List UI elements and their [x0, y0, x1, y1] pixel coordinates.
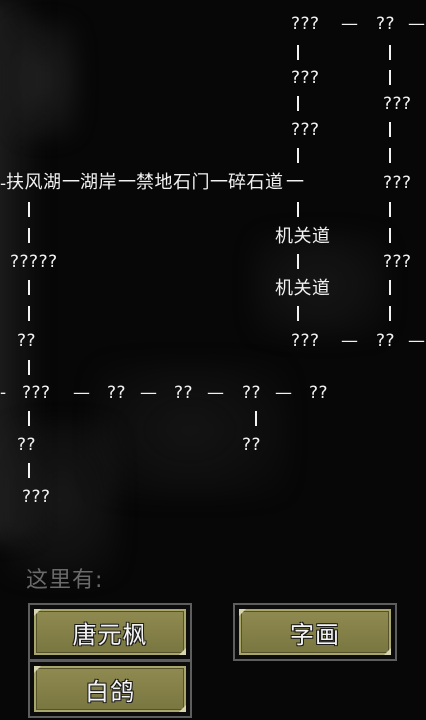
map-connector-horizontal: 一 — [286, 172, 304, 193]
map-connector-vertical — [255, 411, 257, 426]
map-connector-horizontal: 一 — [210, 172, 228, 193]
map-node-unknown[interactable]: ??? — [383, 175, 412, 192]
map-node-unknown[interactable]: ?? — [17, 333, 36, 350]
map-node-unknown[interactable]: ??? — [291, 70, 320, 87]
map-connector-horizontal: — — [341, 14, 358, 34]
map-connector-horizontal: — — [275, 383, 292, 403]
map-node-unknown[interactable]: ??? — [22, 489, 51, 506]
map-connector-vertical — [389, 306, 391, 321]
map-connector-vertical — [389, 280, 391, 295]
item-button-white-dove[interactable]: 白鸽 — [28, 660, 192, 718]
npc-button-tang-yuanfeng[interactable]: 唐元枫 — [28, 603, 192, 661]
map-node-forbidden-stone-gate[interactable]: 禁地石门 — [136, 174, 210, 192]
map-connector-vertical — [389, 202, 391, 217]
map-node-gravel-path[interactable]: 碎石道 — [228, 174, 284, 192]
map-node-unknown[interactable]: ??? — [22, 385, 51, 402]
map-node-unknown[interactable]: ?? — [376, 16, 395, 33]
map-connector-vertical — [28, 463, 30, 478]
map-connector-horizontal: — — [73, 383, 90, 403]
map-node-fufeng-lake[interactable]: 扶风湖 — [6, 174, 62, 192]
map-node-unknown[interactable]: ?? — [376, 333, 395, 350]
map-connector-horizontal: - — [0, 383, 7, 403]
map-connector-vertical — [28, 280, 30, 295]
map-connector-vertical — [297, 254, 299, 269]
map-connector-vertical — [28, 306, 30, 321]
map-connector-vertical — [28, 411, 30, 426]
map-connector-vertical — [389, 148, 391, 163]
map-node-unknown[interactable]: ??? — [383, 96, 412, 113]
map-node-unknown[interactable]: ?? — [17, 437, 36, 454]
map-node-unknown[interactable]: ?? — [309, 385, 328, 402]
map-node-unknown[interactable]: ??? — [383, 254, 412, 271]
map-connector-vertical — [28, 360, 30, 375]
map-node-unknown[interactable]: ?? — [107, 385, 126, 402]
map-connector-vertical — [28, 202, 30, 217]
button-face: 唐元枫 — [34, 609, 186, 655]
map-node-unknown[interactable]: ??? — [291, 16, 320, 33]
map-connector-vertical — [389, 228, 391, 243]
map-connector-vertical — [389, 122, 391, 137]
button-face: 字画 — [239, 609, 391, 655]
map-connector-vertical — [389, 70, 391, 85]
map-node-unknown[interactable]: ??? — [291, 122, 320, 139]
button-label: 字画 — [290, 620, 340, 649]
map-connector-horizontal: — — [140, 383, 157, 403]
map-connector-vertical — [389, 45, 391, 60]
map-connector-vertical — [297, 148, 299, 163]
map-connector-horizontal: 一 — [118, 172, 136, 193]
button-label: 白鸽 — [85, 677, 135, 706]
map-node-unknown[interactable]: ?? — [242, 385, 261, 402]
here-label: 这里有: — [26, 568, 104, 593]
map-connector-vertical — [297, 306, 299, 321]
button-face: 白鸽 — [34, 666, 186, 712]
map-connector-horizontal: — — [341, 331, 358, 351]
game-screen: ??? — ?? — ??? ??? ??? - 扶风湖 一 湖岸 一 禁地石门… — [0, 0, 426, 720]
map-node-unknown[interactable]: ?? — [242, 437, 261, 454]
map-connector-horizontal: — — [408, 14, 425, 34]
button-label: 唐元枫 — [72, 620, 148, 649]
map-node-mechanism-path[interactable]: 机关道 — [275, 280, 331, 298]
map-connector-horizontal: — — [207, 383, 224, 403]
map-node-unknown[interactable]: ??? — [291, 333, 320, 350]
map-node-mechanism-path[interactable]: 机关道 — [275, 228, 331, 246]
map-connector-vertical — [28, 228, 30, 243]
map-node-unknown[interactable]: ?? — [174, 385, 193, 402]
item-button-calligraphy[interactable]: 字画 — [233, 603, 397, 661]
map-node-lakeshore[interactable]: 湖岸 — [80, 174, 117, 192]
map-connector-vertical — [297, 202, 299, 217]
map-connector-horizontal: 一 — [62, 172, 80, 193]
map-connector-horizontal: — — [408, 331, 425, 351]
map-connector-vertical — [297, 96, 299, 111]
map-node-unknown[interactable]: ????? — [10, 254, 58, 271]
map-connector-vertical — [297, 45, 299, 60]
